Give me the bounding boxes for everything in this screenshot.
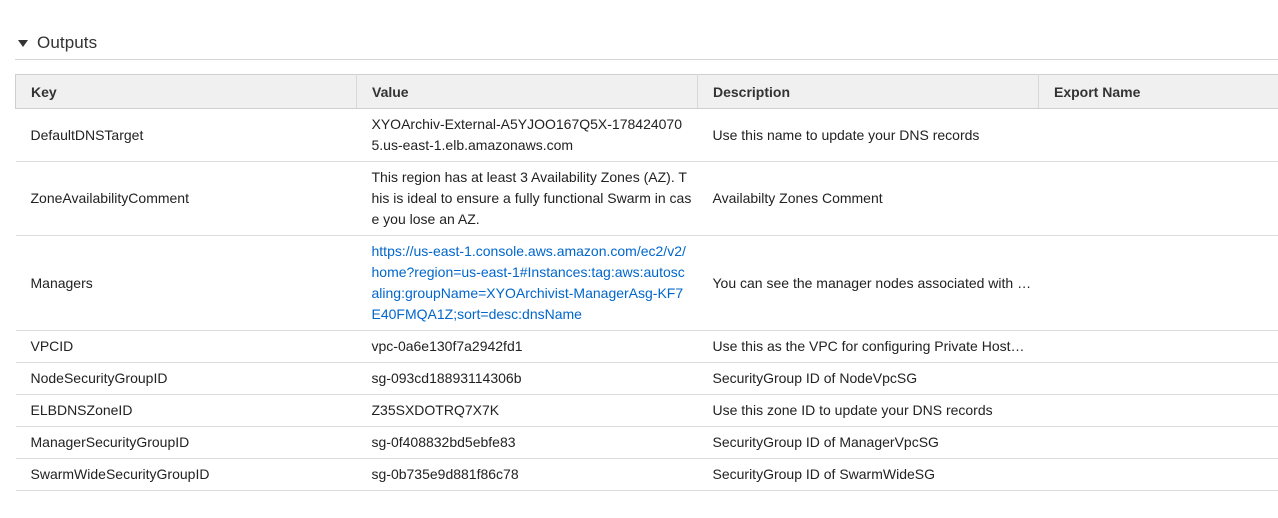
output-value: sg-0b735e9d881f86c78: [356, 458, 698, 491]
output-description: SecurityGroup ID of ManagerVpcSG: [697, 426, 1039, 459]
outputs-section-toggle[interactable]: Outputs: [18, 30, 97, 56]
managers-console-link[interactable]: https://us-east-1.console.aws.amazon.com…: [372, 243, 686, 322]
outputs-table: Key Value Description Export Name Defaul…: [15, 74, 1278, 491]
output-description: SecurityGroup ID of NodeVpcSG: [697, 362, 1039, 395]
output-description: Use this name to update your DNS records: [697, 108, 1039, 162]
section-divider: [15, 59, 1278, 60]
output-value: XYOArchiv-External-A5YJOO167Q5X-17842407…: [356, 108, 698, 162]
table-row: ELBDNSZoneID Z35SXDOTRQ7X7K Use this zon…: [15, 394, 1278, 427]
output-value: This region has at least 3 Availability …: [356, 161, 698, 236]
column-header-export-name[interactable]: Export Name: [1038, 74, 1278, 109]
column-header-description[interactable]: Description: [697, 74, 1039, 109]
output-value: Z35SXDOTRQ7X7K: [356, 394, 698, 427]
table-row: NodeSecurityGroupID sg-093cd18893114306b…: [15, 362, 1278, 395]
section-title: Outputs: [37, 33, 98, 52]
output-key: NodeSecurityGroupID: [15, 362, 357, 395]
output-key: ManagerSecurityGroupID: [15, 426, 357, 459]
output-export-name: [1038, 235, 1278, 331]
output-export-name: [1038, 161, 1278, 236]
output-description: Use this zone ID to update your DNS reco…: [697, 394, 1039, 427]
table-header-row: Key Value Description Export Name: [15, 74, 1278, 109]
output-export-name: [1038, 108, 1278, 162]
output-value-cell: https://us-east-1.console.aws.amazon.com…: [356, 235, 698, 331]
column-header-value[interactable]: Value: [356, 74, 698, 109]
output-description: Availabilty Zones Comment: [697, 161, 1039, 236]
output-export-name: [1038, 394, 1278, 427]
output-key: ZoneAvailabilityComment: [15, 161, 357, 236]
output-key: Managers: [15, 235, 357, 331]
caret-down-icon[interactable]: [18, 40, 28, 47]
output-key: VPCID: [15, 330, 357, 363]
output-export-name: [1038, 330, 1278, 363]
table-row: VPCID vpc-0a6e130f7a2942fd1 Use this as …: [15, 330, 1278, 363]
output-export-name: [1038, 362, 1278, 395]
output-export-name: [1038, 426, 1278, 459]
output-value: sg-093cd18893114306b: [356, 362, 698, 395]
table-row: DefaultDNSTarget XYOArchiv-External-A5YJ…: [15, 108, 1278, 162]
table-row: SwarmWideSecurityGroupID sg-0b735e9d881f…: [15, 458, 1278, 491]
table-row: Managers https://us-east-1.console.aws.a…: [15, 235, 1278, 331]
output-key: DefaultDNSTarget: [15, 108, 357, 162]
table-row: ManagerSecurityGroupID sg-0f408832bd5ebf…: [15, 426, 1278, 459]
output-description: SecurityGroup ID of SwarmWideSG: [697, 458, 1039, 491]
output-value: vpc-0a6e130f7a2942fd1: [356, 330, 698, 363]
table-row: ZoneAvailabilityComment This region has …: [15, 161, 1278, 236]
output-description: You can see the manager nodes associated…: [697, 235, 1039, 331]
output-value: sg-0f408832bd5ebfe83: [356, 426, 698, 459]
output-key: ELBDNSZoneID: [15, 394, 357, 427]
output-export-name: [1038, 458, 1278, 491]
output-key: SwarmWideSecurityGroupID: [15, 458, 357, 491]
output-description: Use this as the VPC for configuring Priv…: [697, 330, 1039, 363]
column-header-key[interactable]: Key: [15, 74, 357, 109]
